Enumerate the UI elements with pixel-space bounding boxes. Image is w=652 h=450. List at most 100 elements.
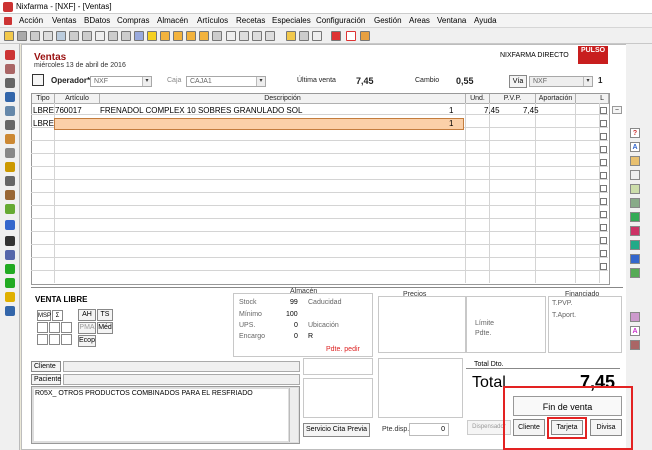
minus-icon[interactable]: – bbox=[612, 106, 622, 114]
row-checkbox[interactable] bbox=[600, 211, 607, 218]
paciente-button[interactable]: Paciente bbox=[31, 374, 61, 385]
menu-ventas[interactable]: Ventas bbox=[52, 16, 76, 25]
card-icon[interactable] bbox=[630, 254, 640, 264]
row-checkbox[interactable] bbox=[600, 237, 607, 244]
font-a-icon[interactable]: A bbox=[630, 326, 640, 336]
row-checkbox[interactable] bbox=[600, 120, 607, 127]
open-icon[interactable] bbox=[4, 31, 14, 41]
paciente-field[interactable] bbox=[63, 374, 300, 385]
cell-articulo[interactable]: 760017 bbox=[55, 105, 82, 116]
help-icon[interactable] bbox=[346, 31, 356, 41]
pma-button[interactable]: PMA bbox=[78, 322, 96, 334]
via-button[interactable]: Vía bbox=[509, 75, 527, 88]
basket-icon[interactable] bbox=[630, 184, 640, 194]
help-icon[interactable]: ? bbox=[630, 128, 640, 138]
delete-icon[interactable] bbox=[95, 31, 105, 41]
receipt-icon[interactable] bbox=[630, 156, 640, 166]
cell-und[interactable]: 1 bbox=[449, 118, 453, 129]
menu-articulos[interactable]: Artículos bbox=[197, 16, 228, 25]
row-checkbox[interactable] bbox=[600, 172, 607, 179]
cut-icon[interactable] bbox=[69, 31, 79, 41]
cell-aportacion[interactable]: 7,45 bbox=[523, 105, 539, 116]
font-a-icon[interactable]: A bbox=[630, 142, 640, 152]
row-checkbox[interactable] bbox=[600, 250, 607, 257]
menu-compras[interactable]: Compras bbox=[117, 16, 149, 25]
empty-box[interactable] bbox=[61, 334, 72, 345]
docs-icon[interactable] bbox=[5, 106, 15, 116]
group-icon[interactable] bbox=[5, 306, 15, 316]
row-checkbox[interactable] bbox=[600, 146, 607, 153]
redo-icon[interactable] bbox=[121, 31, 131, 41]
empty-box[interactable] bbox=[37, 334, 48, 345]
page-icon[interactable] bbox=[56, 31, 66, 41]
cliente-field[interactable] bbox=[63, 361, 300, 372]
wallet-icon[interactable] bbox=[630, 198, 640, 208]
cliente-button[interactable]: Cliente bbox=[31, 361, 61, 372]
filter-icon[interactable] bbox=[212, 31, 222, 41]
refresh-icon[interactable] bbox=[134, 31, 144, 41]
empty-box[interactable] bbox=[49, 322, 60, 333]
percent-icon[interactable] bbox=[5, 148, 15, 158]
grid-icon[interactable] bbox=[252, 31, 262, 41]
row-checkbox[interactable] bbox=[600, 198, 607, 205]
close-icon[interactable] bbox=[5, 50, 15, 60]
caja-select[interactable]: CAJA1 ▾ bbox=[186, 76, 266, 87]
sigma-toggle[interactable]: Σ bbox=[52, 310, 63, 321]
paste-icon[interactable] bbox=[82, 31, 92, 41]
notes-box[interactable]: R05X_ OTROS PRODUCTOS COMBINADOS PARA EL… bbox=[31, 386, 300, 444]
menu-ventana[interactable]: Ventana bbox=[437, 16, 466, 25]
home-icon[interactable] bbox=[360, 31, 370, 41]
menu-areas[interactable]: Areas bbox=[409, 16, 430, 25]
menu-almacen[interactable]: Almacén bbox=[157, 16, 188, 25]
folder-icon[interactable] bbox=[286, 31, 296, 41]
tool-icon[interactable] bbox=[630, 340, 640, 350]
menu-gestion[interactable]: Gestión bbox=[374, 16, 402, 25]
money-icon[interactable] bbox=[630, 212, 640, 222]
plus-icon[interactable] bbox=[5, 264, 15, 274]
cell-und[interactable]: 1 bbox=[449, 105, 453, 116]
tag-icon[interactable] bbox=[5, 176, 15, 186]
pages-icon[interactable] bbox=[5, 92, 15, 102]
row-checkbox[interactable] bbox=[600, 185, 607, 192]
undo-icon[interactable] bbox=[108, 31, 118, 41]
warning-icon[interactable] bbox=[5, 292, 15, 302]
cell-descripcion[interactable]: FRENADOL COMPLEX 10 SOBRES GRANULADO SOL bbox=[100, 105, 302, 116]
chevron-down-icon[interactable]: ▾ bbox=[583, 77, 592, 86]
search-icon[interactable] bbox=[226, 31, 236, 41]
row-checkbox[interactable] bbox=[600, 159, 607, 166]
empty-box[interactable] bbox=[61, 322, 72, 333]
med-button[interactable]: Méd bbox=[97, 322, 113, 334]
user-icon[interactable] bbox=[5, 64, 15, 74]
servicio-cita-previa-button[interactable]: Servicio Cita Previa bbox=[303, 423, 370, 437]
circle-icon[interactable] bbox=[630, 312, 640, 322]
copy-icon[interactable] bbox=[43, 31, 53, 41]
diff-icon[interactable] bbox=[630, 170, 640, 180]
cell-tipo[interactable]: LBRE bbox=[33, 105, 54, 116]
arrow-first-icon[interactable] bbox=[186, 31, 196, 41]
person-icon[interactable] bbox=[5, 78, 15, 88]
chart-icon[interactable] bbox=[5, 204, 15, 214]
globe-icon[interactable] bbox=[630, 240, 640, 250]
msp-toggle[interactable]: MSP bbox=[37, 310, 51, 321]
menu-configuracion[interactable]: Configuración bbox=[316, 16, 365, 25]
arrow-right-icon[interactable] bbox=[173, 31, 183, 41]
menu-app-icon[interactable] bbox=[4, 17, 12, 25]
menu-especiales[interactable]: Especiales bbox=[272, 16, 311, 25]
people-icon[interactable] bbox=[5, 120, 15, 130]
row-checkbox[interactable] bbox=[600, 107, 607, 114]
arrow-left-icon[interactable] bbox=[160, 31, 170, 41]
sync-icon[interactable] bbox=[5, 278, 15, 288]
star-icon[interactable] bbox=[147, 31, 157, 41]
calc-icon[interactable] bbox=[239, 31, 249, 41]
doc-icon[interactable] bbox=[630, 268, 640, 278]
ah-button[interactable]: AH bbox=[78, 309, 96, 321]
s-icon[interactable] bbox=[331, 31, 341, 41]
basket-icon[interactable] bbox=[5, 236, 15, 246]
cell-tipo[interactable]: LBRE bbox=[33, 118, 54, 129]
empty-box[interactable] bbox=[37, 322, 48, 333]
invoice-icon[interactable] bbox=[5, 220, 15, 230]
list-icon[interactable] bbox=[265, 31, 275, 41]
menu-bdatos[interactable]: BDatos bbox=[84, 16, 110, 25]
operator-icon[interactable] bbox=[32, 74, 44, 86]
register-icon[interactable] bbox=[5, 250, 15, 260]
